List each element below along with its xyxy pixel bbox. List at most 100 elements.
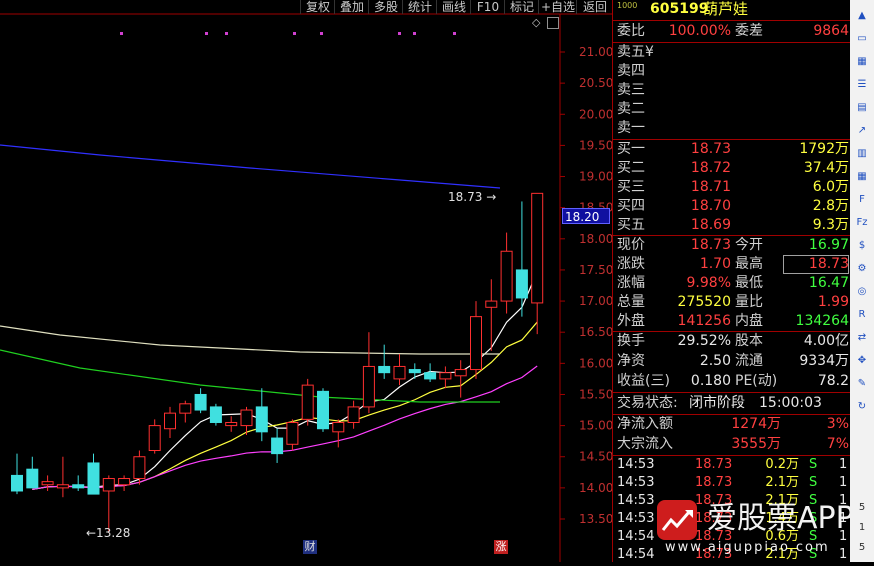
tick-row: 14:53 18.73 2.1万 S 1 <box>617 474 849 492</box>
limit-up-event-marker[interactable]: 涨 <box>494 540 508 554</box>
rsi-icon[interactable]: R <box>853 307 871 323</box>
candle-body[interactable] <box>255 406 268 433</box>
candle-body[interactable] <box>439 372 452 380</box>
signal-dot <box>120 32 123 35</box>
toolbar-button-7[interactable]: +自选 <box>538 0 577 14</box>
bid-price: 18.69 <box>690 217 731 233</box>
candle-body[interactable] <box>332 421 345 433</box>
finance-event-marker[interactable]: 财 <box>303 540 317 554</box>
fund-label: 换手 <box>617 333 645 349</box>
fund-label: 收益(三) <box>617 373 670 389</box>
candle-body[interactable] <box>87 462 100 495</box>
tick-count: 1 <box>839 475 848 490</box>
tick-volume: 2.1万 <box>765 475 799 490</box>
candle-body[interactable] <box>408 369 421 374</box>
stat-label: 涨幅 <box>617 275 645 291</box>
toolbar-button-3[interactable]: 统计 <box>402 0 437 14</box>
toolbar-button-2[interactable]: 多股 <box>368 0 403 14</box>
candle-icon[interactable]: ▥ <box>853 146 871 162</box>
weicha-label: 委差 <box>735 23 763 39</box>
weibi-label: 委比 <box>617 23 645 39</box>
f10-icon[interactable]: F <box>853 192 871 208</box>
stat-row: 涨跌 1.70 最高 18.73 <box>613 255 851 274</box>
monitor-icon[interactable]: ▭ <box>853 31 871 47</box>
candle-body[interactable] <box>41 481 54 486</box>
candle-body[interactable] <box>26 468 39 489</box>
quote-panel: 1000 605199 葫芦娃 委比 100.00% 委差 9864 卖五¥ 卖四… <box>612 0 851 562</box>
candle-body[interactable] <box>11 474 23 492</box>
candle-body[interactable] <box>531 192 544 304</box>
candle-body[interactable] <box>470 316 482 371</box>
stat-label: 涨跌 <box>617 256 645 272</box>
signal-dot <box>453 32 456 35</box>
up-arrow-icon[interactable]: ▲ <box>853 8 871 24</box>
candle-body[interactable] <box>362 365 375 408</box>
grid-icon[interactable]: ▦ <box>853 54 871 70</box>
table2-icon[interactable]: ▦ <box>853 169 871 185</box>
bid-price: 18.72 <box>690 160 731 176</box>
candle-body[interactable] <box>286 421 299 445</box>
candle-body[interactable] <box>72 484 85 489</box>
candle-body[interactable] <box>102 478 115 492</box>
candle-body[interactable] <box>347 406 360 423</box>
bid-label: 买五 <box>617 217 645 233</box>
zoom-icon[interactable]: ◎ <box>853 284 871 300</box>
candle-body[interactable] <box>225 421 238 427</box>
list-icon[interactable]: ☰ <box>853 77 871 93</box>
candle-body[interactable] <box>515 269 528 299</box>
candle-body[interactable] <box>424 372 437 380</box>
fiz-icon[interactable]: Fz <box>853 215 871 231</box>
candle-body[interactable] <box>454 369 467 377</box>
flow-label: 净流入额 <box>617 416 673 432</box>
pair-icon[interactable]: ⇄ <box>853 330 871 346</box>
toolbar-button-4[interactable]: 画线 <box>436 0 471 14</box>
toolbar-button-0[interactable]: 复权 <box>300 0 335 14</box>
candle-body[interactable] <box>118 478 131 486</box>
price-axis-label: 17.00 <box>579 294 612 308</box>
price-axis-label: 16.50 <box>579 325 612 339</box>
weibi-value: 100.00% <box>668 23 731 39</box>
stat-value: 275520 <box>677 294 731 310</box>
candle-body[interactable] <box>133 456 146 480</box>
close-icon[interactable] <box>547 17 559 29</box>
stat-label: 现价 <box>617 237 645 253</box>
candle-body[interactable] <box>209 406 222 423</box>
toolbar-button-5[interactable]: F10 <box>470 0 505 14</box>
signal-dot <box>398 32 401 35</box>
flow-row: 净流入额 1274万 3% <box>613 415 851 434</box>
candle-body[interactable] <box>194 393 207 411</box>
refresh-icon[interactable]: ↻ <box>853 399 871 415</box>
candle-body[interactable] <box>301 384 314 420</box>
pencil-icon[interactable]: ✎ <box>853 376 871 392</box>
move-icon[interactable]: ✥ <box>853 353 871 369</box>
table-icon[interactable]: ▤ <box>853 100 871 116</box>
candle-body[interactable] <box>485 300 498 308</box>
candle-body[interactable] <box>500 250 513 302</box>
price-axis-label: 15.50 <box>579 387 612 401</box>
bid-label: 买二 <box>617 160 645 176</box>
price-axis-label: 19.00 <box>579 170 612 184</box>
toolbar-button-1[interactable]: 叠加 <box>334 0 369 14</box>
ask-label: 卖五¥ <box>617 44 654 60</box>
candle-body[interactable] <box>378 365 391 374</box>
candle-body[interactable] <box>148 425 161 452</box>
line-chart-icon[interactable]: ↗ <box>853 123 871 139</box>
candle-body[interactable] <box>271 437 284 455</box>
stat-row: 总量 275520 量比 1.99 <box>613 293 851 312</box>
candle-body[interactable] <box>179 403 192 414</box>
candle-body[interactable] <box>317 390 329 430</box>
stock-name: 葫芦娃 <box>703 0 749 18</box>
candle-body[interactable] <box>56 484 69 489</box>
stat-value: 18.73 <box>690 237 731 253</box>
settings-icon[interactable]: ⚙ <box>853 261 871 277</box>
dollar-icon[interactable]: $ <box>853 238 871 254</box>
toolbar-button-6[interactable]: 标记 <box>504 0 539 14</box>
stat-value: 141256 <box>677 313 731 329</box>
candle-body[interactable] <box>164 412 176 430</box>
diamond-icon[interactable]: ◇ <box>532 17 544 29</box>
candle-body[interactable] <box>393 365 406 380</box>
toolbar-button-8[interactable]: 返回 <box>576 0 613 14</box>
candle-body[interactable] <box>240 409 253 427</box>
kline-chart[interactable]: 21.0020.5020.0019.5019.0018.5018.0017.50… <box>0 0 612 562</box>
kline-chart-area[interactable]: 21.0020.5020.0019.5019.0018.5018.0017.50… <box>0 0 612 562</box>
